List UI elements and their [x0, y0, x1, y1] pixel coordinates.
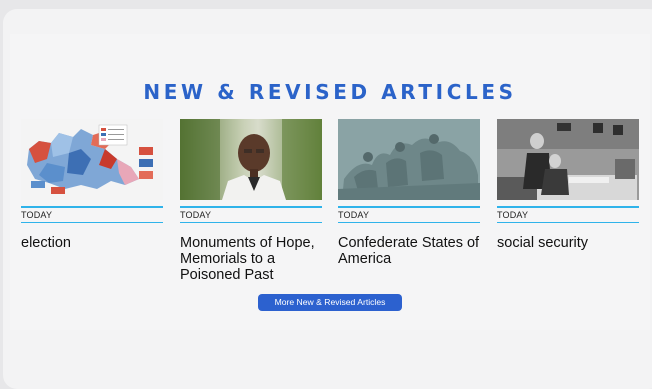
- card-divider-thin: [497, 222, 639, 223]
- historic-signing-photo-image[interactable]: [497, 119, 639, 200]
- article-tag: TODAY: [21, 210, 53, 220]
- article-tag: TODAY: [180, 210, 212, 220]
- article-card-monuments[interactable]: TODAY Monuments of Hope, Memorials to a …: [180, 119, 322, 283]
- card-divider-thin: [21, 222, 163, 223]
- card-divider-thin: [180, 222, 322, 223]
- card-divider: [338, 206, 480, 208]
- card-divider: [497, 206, 639, 208]
- article-title[interactable]: election: [21, 235, 163, 251]
- more-articles-button[interactable]: More New & Revised Articles: [258, 294, 402, 311]
- article-title[interactable]: Confederate States of America: [338, 235, 480, 267]
- canada-election-map-image[interactable]: [21, 119, 163, 200]
- article-card-election[interactable]: TODAY election: [21, 119, 163, 251]
- article-card-confederate[interactable]: TODAY Confederate States of America: [338, 119, 480, 267]
- stone-mountain-carving-image[interactable]: [338, 119, 480, 200]
- card-divider: [21, 206, 163, 208]
- card-divider: [180, 206, 322, 208]
- article-title[interactable]: Monuments of Hope, Memorials to a Poison…: [180, 235, 322, 283]
- speaker-portrait-image[interactable]: [180, 119, 322, 200]
- section-heading: NEW & REVISED ARTICLES: [143, 80, 517, 104]
- article-title[interactable]: social security: [497, 235, 639, 251]
- article-tag: TODAY: [338, 210, 370, 220]
- card-divider-thin: [338, 222, 480, 223]
- article-card-social-security[interactable]: TODAY social security: [497, 119, 639, 251]
- article-tag: TODAY: [497, 210, 529, 220]
